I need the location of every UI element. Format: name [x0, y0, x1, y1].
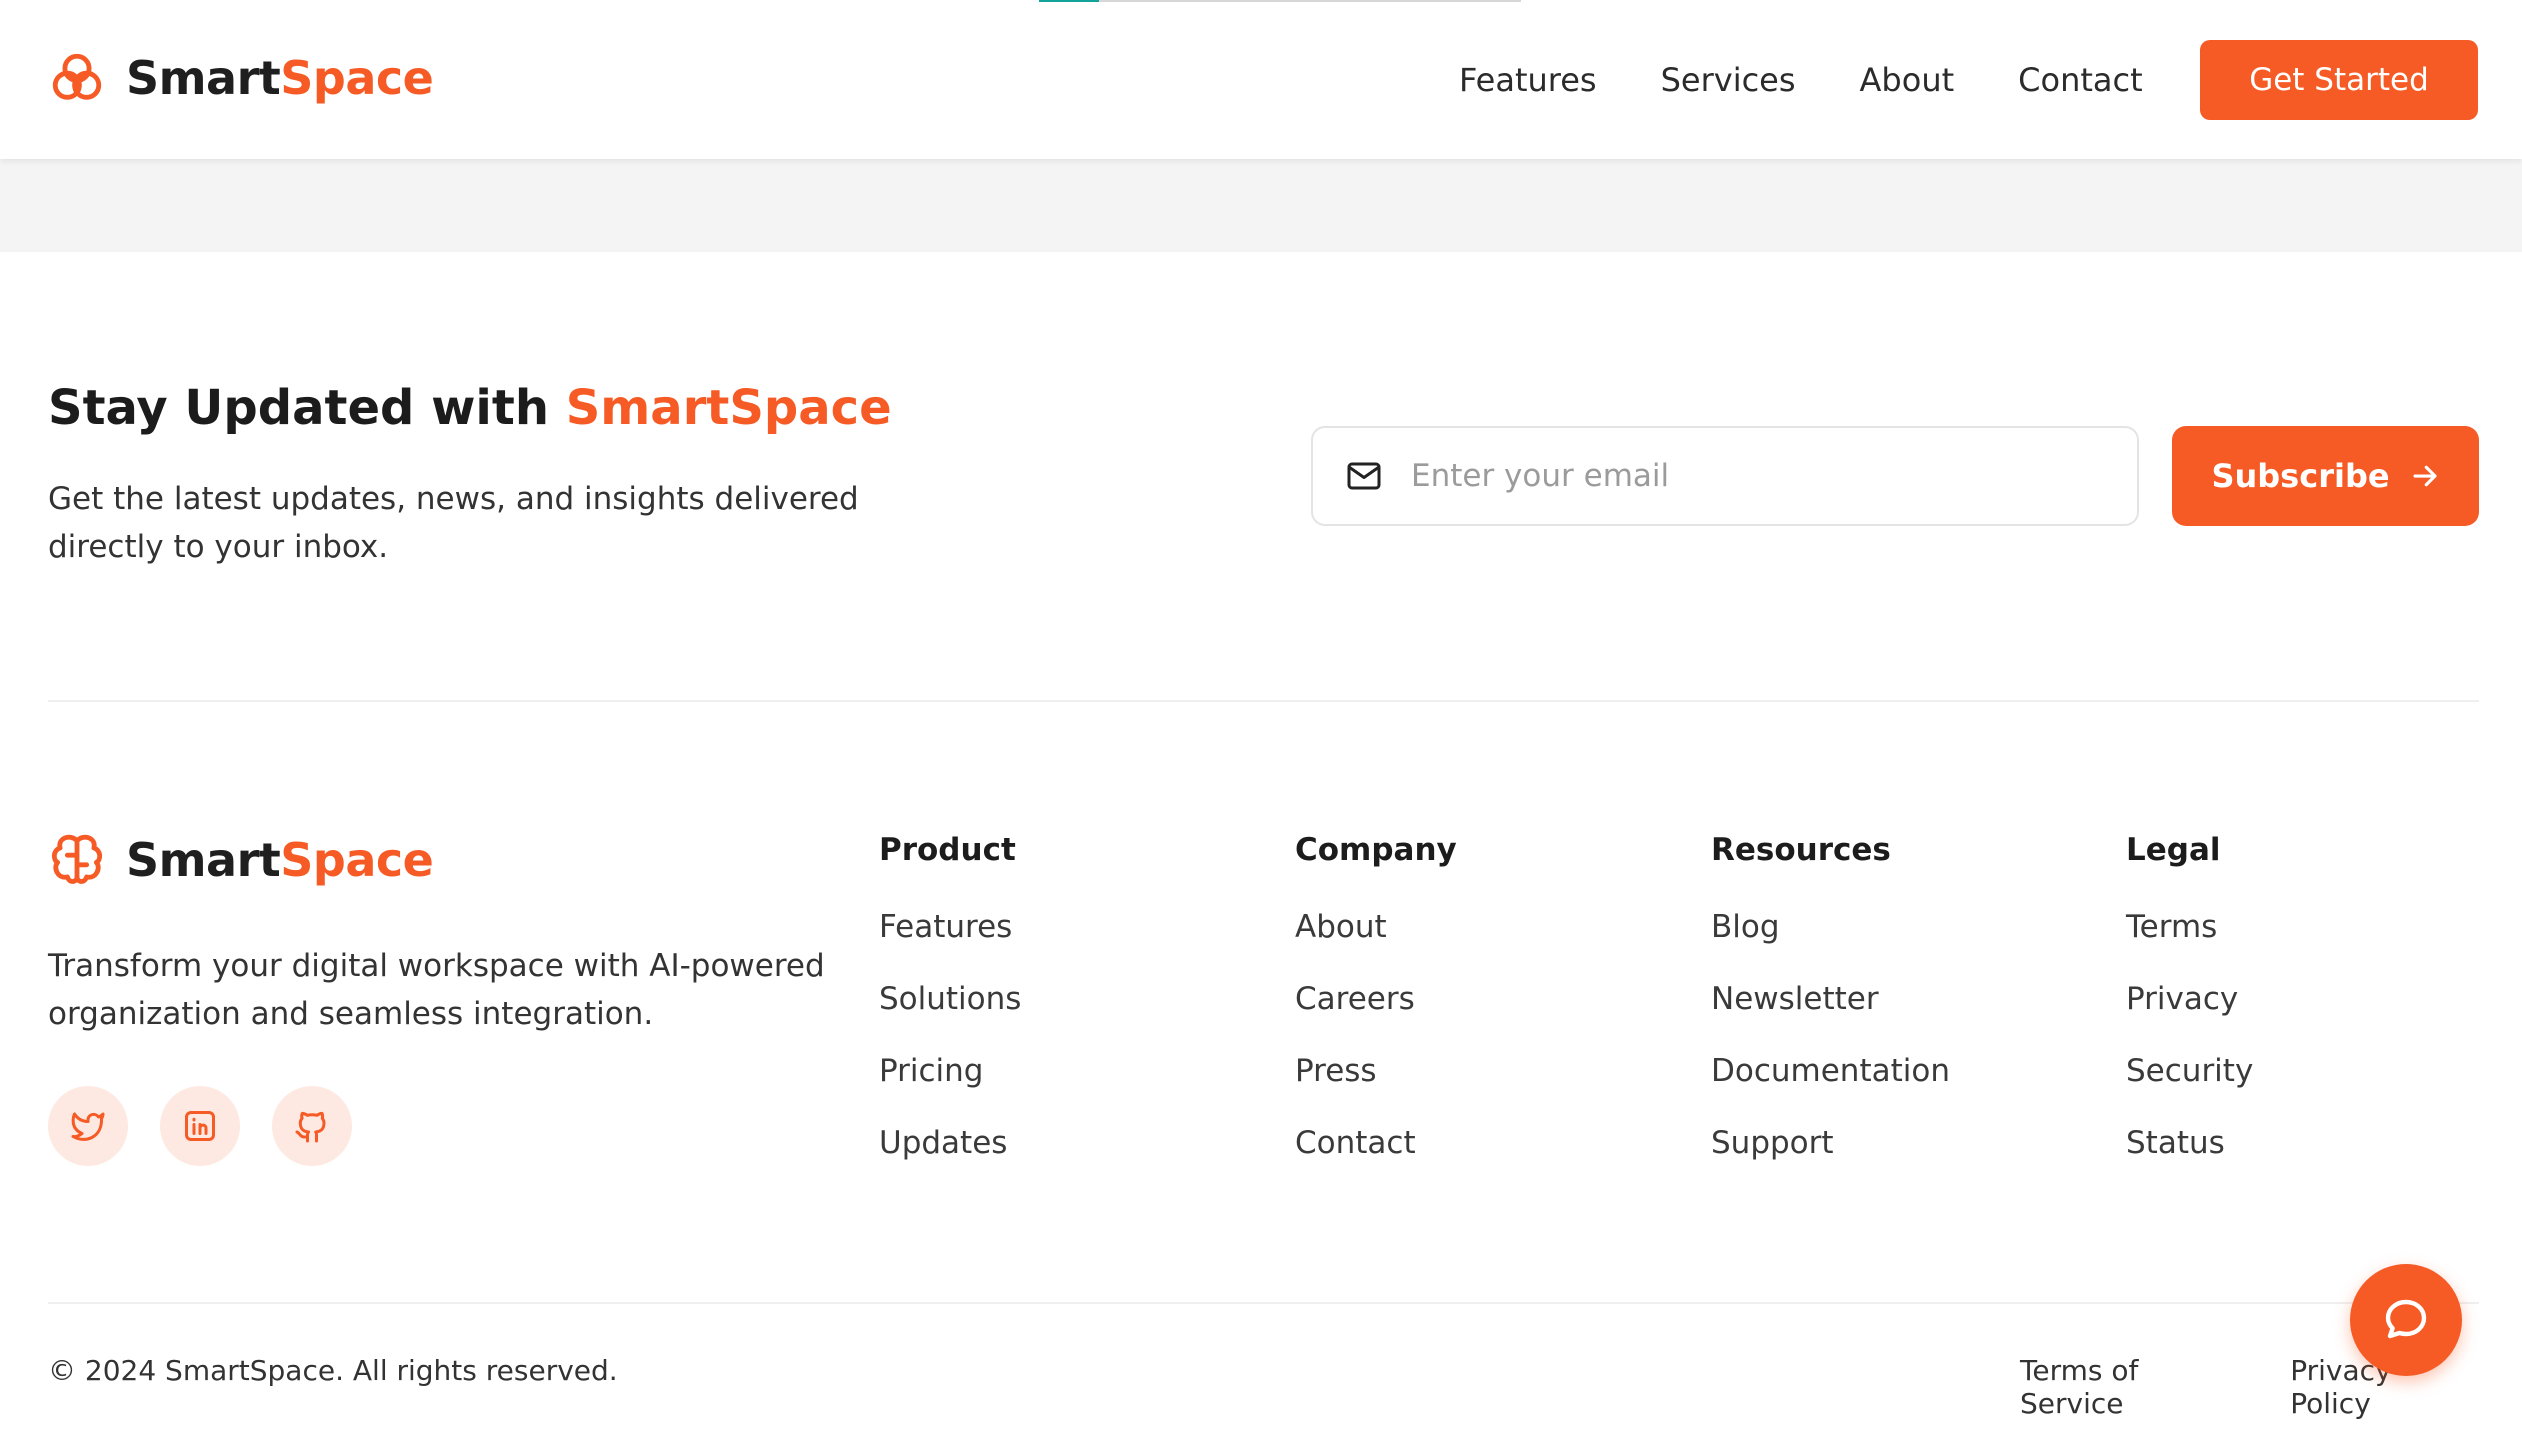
footer-divider: [48, 1302, 2479, 1304]
footer-column-legal: Legal Terms Privacy Security Status: [2126, 832, 2253, 1190]
footer-logo-text: SmartSpace: [126, 833, 434, 887]
footer-description: Transform your digital workspace with AI…: [48, 948, 825, 1032]
logo-brain-icon: [51, 834, 103, 884]
subscribe-button[interactable]: Subscribe: [2172, 426, 2479, 526]
chat-bubble-icon: [2385, 1299, 2427, 1339]
email-field[interactable]: [1311, 426, 2139, 526]
twitter-link[interactable]: [48, 1086, 128, 1166]
nav-services[interactable]: Services: [1661, 61, 1796, 99]
mail-icon: [1347, 462, 1381, 490]
get-started-button[interactable]: Get Started: [2200, 40, 2478, 120]
scroll-progress-bar: [1039, 0, 1521, 2]
copyright-text: © 2024 SmartSpace. All rights reserved.: [48, 1354, 618, 1387]
footer-link[interactable]: Privacy: [2126, 974, 2253, 1046]
section-divider: [48, 700, 2479, 702]
bottom-legal-links: Terms of Service Privacy Policy: [2020, 1354, 2522, 1420]
header-logo[interactable]: SmartSpace: [48, 48, 434, 108]
column-title: Product: [879, 832, 1016, 868]
footer-logo[interactable]: SmartSpace: [48, 830, 434, 890]
linkedin-link[interactable]: [160, 1086, 240, 1166]
scroll-progress-fill: [1039, 0, 1100, 2]
nav-contact[interactable]: Contact: [2018, 61, 2143, 99]
footer-link[interactable]: Security: [2126, 1046, 2253, 1118]
footer-link[interactable]: Support: [1711, 1118, 1950, 1190]
column-title: Legal: [2126, 832, 2221, 868]
logo-swirl-icon: [52, 53, 102, 100]
newsletter-description: Get the latest updates, news, and insigh…: [48, 481, 859, 565]
footer-link[interactable]: Contact: [1295, 1118, 1457, 1190]
footer-link[interactable]: Solutions: [879, 974, 1021, 1046]
nav-features[interactable]: Features: [1459, 61, 1597, 99]
footer-link[interactable]: Status: [2126, 1118, 2253, 1190]
column-title: Resources: [1711, 832, 1891, 868]
arrow-right-icon: [2412, 465, 2437, 487]
section-band: [0, 159, 2522, 252]
github-link[interactable]: [272, 1086, 352, 1166]
footer-link[interactable]: Blog: [1711, 902, 1950, 974]
nav-about[interactable]: About: [1860, 61, 1955, 99]
newsletter-title: Stay Updated with SmartSpace: [48, 380, 892, 436]
footer-column-resources: Resources Blog Newsletter Documentation …: [1711, 832, 1950, 1190]
logo-text: SmartSpace: [126, 51, 434, 105]
footer-link[interactable]: Pricing: [879, 1046, 1021, 1118]
footer-link[interactable]: Documentation: [1711, 1046, 1950, 1118]
chat-button[interactable]: [2350, 1264, 2462, 1376]
github-icon: [295, 1111, 326, 1143]
subscribe-label: Subscribe: [2211, 457, 2390, 495]
footer-link[interactable]: Newsletter: [1711, 974, 1950, 1046]
footer-link[interactable]: Careers: [1295, 974, 1457, 1046]
footer-link[interactable]: Terms: [2126, 902, 2253, 974]
footer-link[interactable]: Updates: [879, 1118, 1021, 1190]
twitter-icon: [71, 1112, 105, 1141]
footer-column-company: Company About Careers Press Contact: [1295, 832, 1457, 1190]
site-header: SmartSpace Features Services About Conta…: [0, 0, 2522, 159]
linkedin-icon: [185, 1111, 215, 1141]
social-links: [48, 1086, 384, 1166]
terms-of-service-link[interactable]: Terms of Service: [2020, 1354, 2242, 1420]
footer-link[interactable]: Press: [1295, 1046, 1457, 1118]
footer-link[interactable]: About: [1295, 902, 1457, 974]
email-input[interactable]: [1411, 458, 2091, 494]
main-nav: Features Services About Contact: [1459, 40, 2207, 120]
column-title: Company: [1295, 832, 1457, 868]
footer-column-product: Product Features Solutions Pricing Updat…: [879, 832, 1021, 1190]
footer-link[interactable]: Features: [879, 902, 1021, 974]
